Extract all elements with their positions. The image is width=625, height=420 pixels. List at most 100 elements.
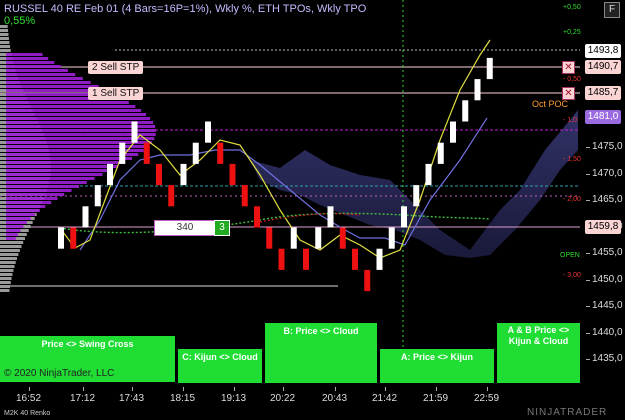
- renko-brick: [376, 248, 383, 270]
- profile-bar-gray: [0, 29, 9, 32]
- renko-brick: [119, 142, 126, 164]
- x-tick-label: 21:59: [423, 387, 449, 404]
- profile-bar-purple: [6, 225, 24, 228]
- profile-bar-gray: [0, 281, 11, 284]
- renko-brick: [168, 185, 175, 207]
- profile-bar-gray: [0, 257, 17, 260]
- renko-brick: [143, 142, 150, 164]
- profile-bar-purple: [6, 73, 76, 76]
- position-qty-box[interactable]: 340: [154, 220, 216, 236]
- renko-brick: [192, 142, 199, 164]
- profile-bar-gray: [0, 277, 12, 280]
- signal-label: C: Kijun <> Cloud: [182, 352, 258, 362]
- x-tick-label: 17:12: [70, 387, 96, 404]
- percent-mark: - 3,00: [563, 272, 581, 279]
- renko-brick: [315, 227, 322, 249]
- x-tick-label: 22:59: [474, 387, 500, 404]
- position-count-box[interactable]: 3: [214, 220, 230, 236]
- y-tick-label: 1465,0: [586, 194, 623, 205]
- profile-bar-purple: [6, 193, 65, 196]
- chart-panel[interactable]: RUSSEL 40 RE Feb 01 (4 Bars=16P=1%), Wkl…: [0, 0, 580, 385]
- renko-brick: [401, 206, 407, 228]
- profile-bar-gray: [0, 249, 20, 252]
- renko-brick: [94, 185, 101, 207]
- percent-mark: +0,50: [563, 4, 581, 11]
- profile-bar-purple: [6, 105, 136, 108]
- y-tick-label: 1435,0: [586, 353, 623, 364]
- profile-bar-purple: [6, 173, 103, 176]
- profile-bar-purple: [6, 117, 151, 120]
- percent-mark: - 2,00: [563, 196, 581, 203]
- profile-bar-gray: [0, 273, 13, 276]
- profile-bar-purple: [6, 69, 68, 72]
- sell-stp-1-price-box[interactable]: 1485,7: [585, 86, 621, 100]
- renko-brick: [217, 142, 224, 164]
- profile-bar-gray: [0, 269, 14, 272]
- profile-bar-purple: [6, 181, 87, 184]
- renko-brick: [290, 227, 297, 249]
- time-axis[interactable]: 16:52 17:12 17:43 18:15 19:13 20:22 20:43 21:42…: [0, 385, 580, 420]
- profile-bar-purple: [6, 229, 21, 232]
- signal-label: Price <> Swing Cross: [41, 339, 134, 349]
- profile-bar-purple: [6, 177, 95, 180]
- renko-brick: [131, 121, 138, 143]
- x-tick-label: 19:13: [221, 387, 247, 404]
- profile-bar-purple: [6, 121, 154, 124]
- percent-mark: - 1,50: [563, 156, 581, 163]
- profile-bar-purple: [6, 113, 147, 116]
- renko-brick: [58, 227, 64, 249]
- open-label: OPEN: [560, 252, 580, 259]
- profile-bar-purple: [6, 237, 16, 240]
- renko-brick: [327, 206, 334, 228]
- cancel-order-2-icon[interactable]: ✕: [562, 61, 575, 74]
- signal-label: A & B Price <> Kijun & Cloud: [507, 325, 570, 346]
- signal-price-kijun[interactable]: A: Price <> Kijun: [380, 349, 494, 383]
- x-tick-label: 17:43: [119, 387, 145, 404]
- ichimoku-cloud: [250, 110, 578, 258]
- brand-logo: NINJATRADER: [527, 407, 608, 418]
- renko-brick: [107, 163, 113, 186]
- percent-mark: - 1,0: [563, 117, 578, 124]
- copyright-text: © 2020 NinjaTrader, LLC: [4, 368, 115, 379]
- renko-brick: [413, 185, 420, 207]
- signal-label: A: Price <> Kijun: [400, 352, 474, 362]
- profile-bar-purple: [6, 53, 43, 56]
- profile-bar-purple: [6, 141, 152, 144]
- profile-bar-gray: [0, 285, 11, 288]
- y-tick-label: 1455,0: [586, 247, 623, 258]
- profile-bar-purple: [6, 145, 149, 148]
- profile-bar-purple: [6, 209, 40, 212]
- profile-bar-purple: [6, 205, 46, 208]
- gear-icon[interactable]: F: [604, 2, 620, 18]
- profile-bar-gray: [0, 41, 10, 44]
- profile-bar-purple: [6, 157, 133, 160]
- profile-bar-purple: [6, 213, 36, 216]
- signal-price-cloud[interactable]: B: Price <> Cloud: [265, 323, 377, 383]
- signal-kijun-cloud[interactable]: C: Kijun <> Cloud: [178, 349, 262, 383]
- profile-bar-purple: [6, 165, 119, 168]
- profile-bar-purple: [6, 85, 99, 88]
- profile-bar-purple: [6, 189, 72, 192]
- sell-stp-1-label[interactable]: 1 Sell STP: [88, 87, 144, 100]
- signal-ab-price-kijun-cloud[interactable]: A & B Price <> Kijun & Cloud: [497, 323, 580, 383]
- profile-bar-purple: [6, 101, 129, 104]
- bar-type-label: M2K 40 Renko: [4, 410, 51, 417]
- profile-bar-gray: [0, 245, 22, 248]
- profile-bar-purple: [6, 169, 111, 172]
- profile-bar-gray: [0, 49, 11, 52]
- x-tick-label: 21:42: [372, 387, 398, 404]
- profile-bar-gray: [0, 241, 24, 244]
- profile-bar-purple: [6, 197, 58, 200]
- renko-brick: [462, 100, 469, 122]
- profile-bar-purple: [6, 185, 79, 188]
- profile-bar-purple: [6, 201, 52, 204]
- profile-bar-gray: [0, 37, 9, 40]
- last-price-box: 1493,8: [585, 44, 621, 58]
- sell-stp-2-label[interactable]: 2 Sell STP: [88, 61, 144, 74]
- renko-brick: [70, 227, 77, 249]
- profile-bar-purple: [6, 65, 61, 68]
- profile-bar-purple: [6, 109, 142, 112]
- sell-stp-2-price-box[interactable]: 1490,7: [585, 60, 621, 74]
- profile-bar-gray: [0, 289, 10, 292]
- x-tick-label: 20:22: [270, 387, 296, 404]
